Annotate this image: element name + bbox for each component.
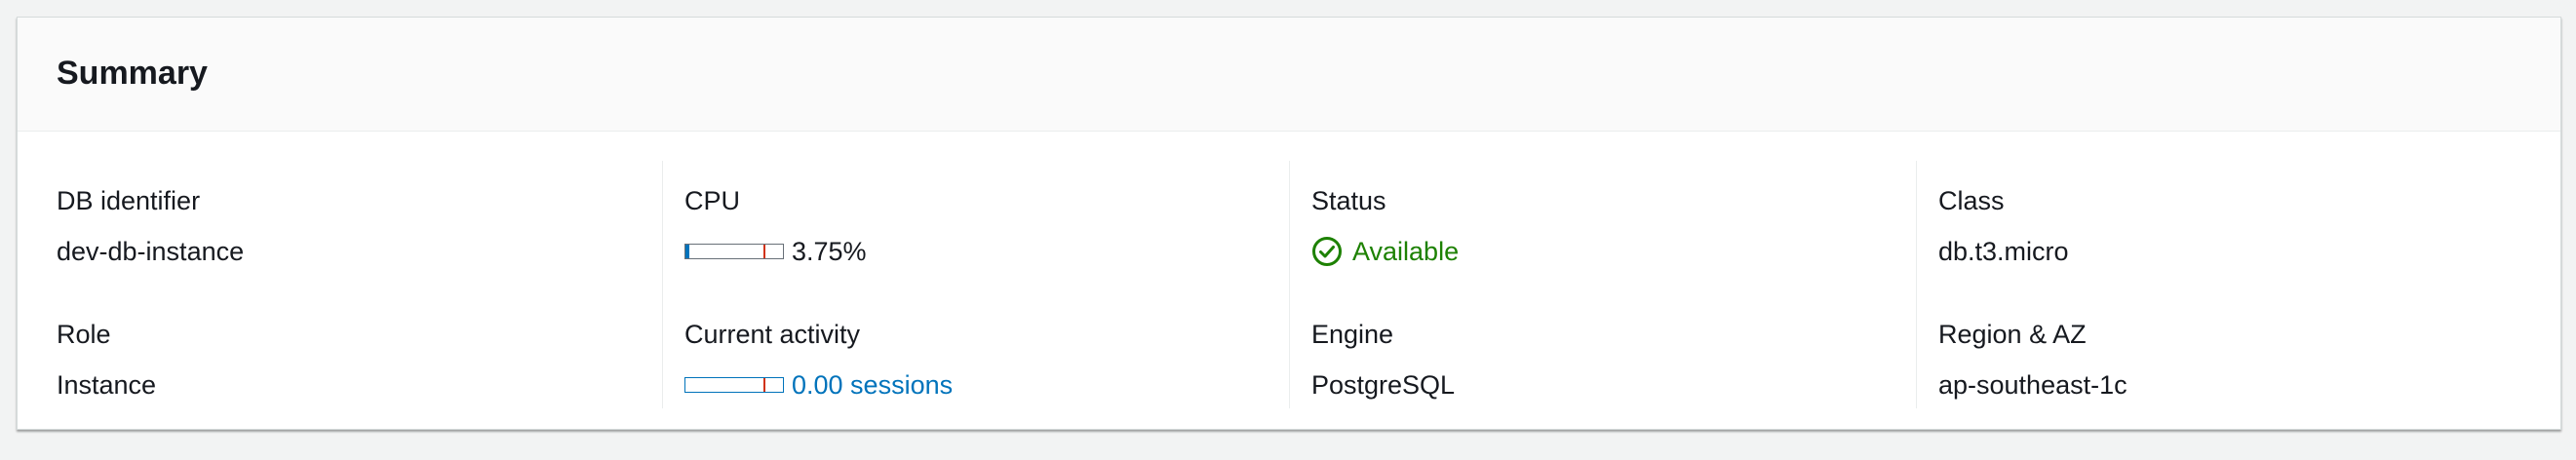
engine-label: Engine — [1311, 320, 1394, 349]
activity-meter-threshold — [763, 378, 765, 392]
engine-value: PostgreSQL — [1311, 370, 1456, 400]
column-metrics: CPU 3.75% Current activity 0.00 sessions — [662, 161, 1289, 408]
db-identifier-value: dev-db-instance — [57, 237, 245, 266]
current-activity-field: Current activity 0.00 sessions — [684, 319, 953, 401]
summary-panel: Summary DB identifier dev-db-instance Ro… — [17, 17, 2561, 430]
column-class: Class db.t3.micro Region & AZ ap-southea… — [1916, 161, 2545, 408]
region-az-field: Region & AZ ap-southeast-1c — [1938, 319, 2127, 401]
cpu-field: CPU 3.75% — [684, 185, 867, 267]
db-identifier-field: DB identifier dev-db-instance — [57, 185, 244, 267]
role-field: Role Instance — [57, 319, 156, 401]
summary-title: Summary — [57, 55, 208, 92]
status-field: Status Available — [1311, 185, 1459, 267]
class-value: db.t3.micro — [1938, 237, 2069, 266]
current-activity-label: Current activity — [684, 320, 861, 349]
summary-columns: DB identifier dev-db-instance Role Insta… — [18, 132, 2560, 430]
check-circle-icon — [1312, 237, 1342, 266]
cpu-label: CPU — [684, 186, 741, 215]
status-value-row: Available — [1311, 236, 1459, 267]
class-field: Class db.t3.micro — [1938, 185, 2069, 267]
role-label: Role — [57, 320, 111, 349]
activity-meter — [684, 377, 784, 393]
cpu-value: 3.75% — [792, 237, 867, 266]
column-status: Status Available Engine PostgreSQL — [1289, 161, 1916, 408]
column-identifier: DB identifier dev-db-instance Role Insta… — [35, 161, 680, 408]
cpu-value-row: 3.75% — [684, 236, 867, 267]
current-activity-value-row: 0.00 sessions — [684, 369, 953, 401]
region-az-value: ap-southeast-1c — [1938, 370, 2127, 400]
current-activity-link[interactable]: 0.00 sessions — [792, 369, 953, 401]
engine-field: Engine PostgreSQL — [1311, 319, 1455, 401]
region-az-label: Region & AZ — [1938, 320, 2087, 349]
cpu-meter-threshold — [763, 245, 765, 258]
cpu-meter — [684, 244, 784, 259]
db-identifier-label: DB identifier — [57, 186, 201, 215]
status-value: Available — [1352, 237, 1460, 266]
cpu-meter-fill — [685, 245, 689, 258]
class-label: Class — [1938, 186, 2005, 215]
role-value: Instance — [57, 370, 157, 400]
status-label: Status — [1311, 186, 1386, 215]
summary-header: Summary — [18, 18, 2560, 132]
